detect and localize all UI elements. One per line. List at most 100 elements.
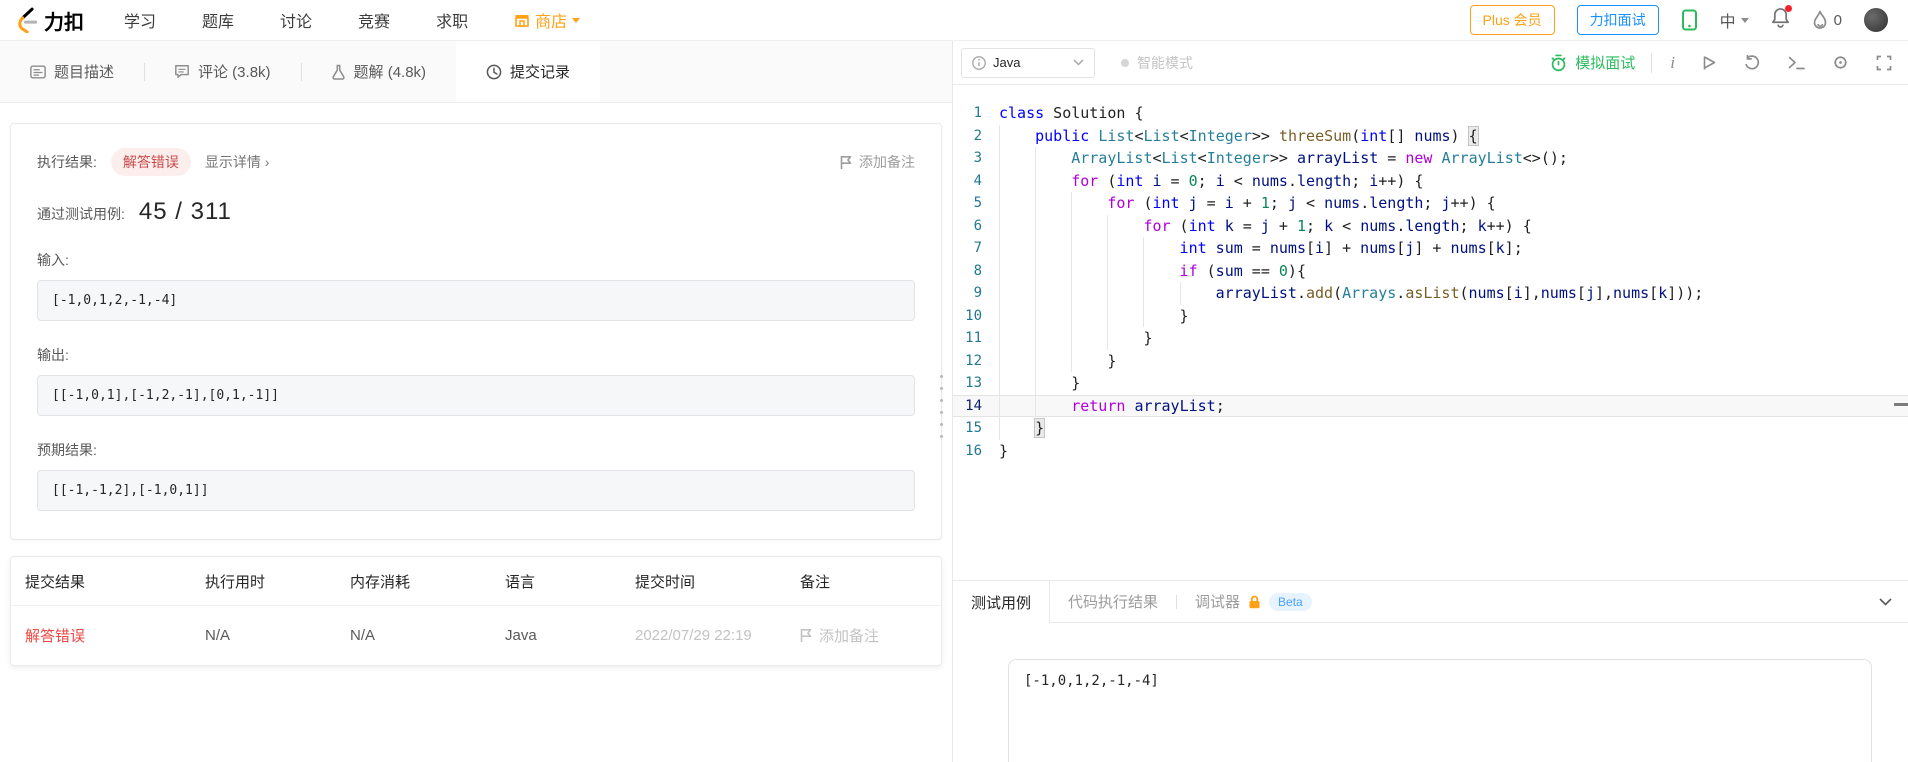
- store-icon: [514, 12, 530, 28]
- code-line[interactable]: 2public List<List<Integer>> threeSum(int…: [953, 125, 1908, 148]
- table-header-cell: 语言: [505, 571, 635, 592]
- document-icon: [30, 65, 46, 79]
- show-details-link[interactable]: 显示详情 ›: [205, 152, 270, 172]
- code-line[interactable]: 14return arrayList;: [953, 395, 1908, 418]
- code-line[interactable]: 8if (sum == 0){: [953, 260, 1908, 283]
- status-badge[interactable]: 解答错误: [111, 148, 191, 176]
- add-note-label: 添加备注: [859, 152, 915, 172]
- nav-items: 学习 题库 讨论 竞赛 求职: [124, 8, 468, 32]
- code-line[interactable]: 9arrayList.add(Arrays.asList(nums[i],num…: [953, 282, 1908, 305]
- code-line-content: for (int k = j + 1; k < nums.length; k++…: [999, 215, 1532, 238]
- code-line-content: }: [999, 372, 1080, 395]
- code-line[interactable]: 4for (int i = 0; i < nums.length; i++) {: [953, 170, 1908, 193]
- code-editor[interactable]: 1class Solution {2public List<List<Integ…: [953, 85, 1908, 580]
- flag-icon: [840, 155, 852, 170]
- nav-item[interactable]: 学习: [124, 8, 156, 32]
- add-note-button[interactable]: 添加备注: [840, 152, 915, 172]
- line-number: 10: [953, 305, 999, 328]
- lock-icon: [1248, 595, 1261, 609]
- top-nav: 力扣 学习 题库 讨论 竞赛 求职 商店 Plus 会员 力扣面试 中: [0, 0, 1908, 41]
- code-line-content: }: [999, 350, 1116, 373]
- code-line[interactable]: 15}: [953, 417, 1908, 440]
- code-line-content: }: [999, 440, 1008, 463]
- code-line[interactable]: 11}: [953, 327, 1908, 350]
- daily-streak[interactable]: 0: [1812, 10, 1842, 30]
- code-line-content: }: [999, 305, 1189, 328]
- mode-dot-icon: [1121, 59, 1129, 67]
- submission-status[interactable]: 解答错误: [25, 625, 205, 646]
- code-line[interactable]: 13}: [953, 372, 1908, 395]
- plus-member-button[interactable]: Plus 会员: [1470, 5, 1555, 35]
- user-avatar[interactable]: [1864, 8, 1888, 32]
- fullscreen-button[interactable]: [1876, 55, 1892, 71]
- input-value-box[interactable]: [-1,0,1,2,-1,-4]: [37, 280, 915, 321]
- row-add-note-button[interactable]: 添加备注: [800, 625, 927, 646]
- toolbar-divider: [1651, 53, 1652, 73]
- code-line[interactable]: 5for (int j = i + 1; j < nums.length; j+…: [953, 192, 1908, 215]
- output-label: 输出:: [37, 345, 915, 365]
- code-line[interactable]: 12}: [953, 350, 1908, 373]
- code-line-content: public List<List<Integer>> threeSum(int[…: [999, 125, 1478, 148]
- clock-icon: [486, 64, 502, 80]
- chevron-down-icon: [1073, 59, 1084, 66]
- pane-resize-handle[interactable]: [937, 375, 945, 438]
- selected-language: Java: [993, 55, 1020, 70]
- line-number: 1: [953, 102, 999, 125]
- output-value-box[interactable]: [[-1,0,1],[-1,2,-1],[0,1,-1]]: [37, 375, 915, 416]
- code-line-content: ArrayList<List<Integer>> arrayList = new…: [999, 147, 1568, 170]
- editor-toolbar: Java 智能模式 模拟面试 i: [953, 41, 1908, 85]
- notifications-button[interactable]: [1771, 7, 1790, 33]
- info-button[interactable]: i: [1670, 53, 1675, 73]
- problem-tabbar: 题目描述 评论 (3.8k) 题解 (4.8k)提交记录: [0, 41, 952, 103]
- console-tab-debugger[interactable]: 调试器Beta: [1177, 581, 1330, 622]
- code-line-content: arrayList.add(Arrays.asList(nums[i],nums…: [999, 282, 1703, 305]
- line-number: 4: [953, 170, 999, 193]
- settings-gear-button[interactable]: [1832, 54, 1849, 71]
- smart-mode-indicator: 智能模式: [1121, 53, 1193, 73]
- leetcode-interview-button[interactable]: 力扣面试: [1577, 5, 1659, 35]
- nav-item[interactable]: 竞赛: [358, 8, 390, 32]
- console-tab-label: 测试用例: [971, 592, 1031, 613]
- tab-label: 评论 (3.8k): [198, 61, 271, 82]
- code-line[interactable]: 3ArrayList<List<Integer>> arrayList = ne…: [953, 147, 1908, 170]
- mock-interview-button[interactable]: 模拟面试: [1550, 52, 1635, 73]
- expected-value-box[interactable]: [[-1,-1,2],[-1,0,1]]: [37, 470, 915, 511]
- code-line[interactable]: 10}: [953, 305, 1908, 328]
- code-line[interactable]: 1class Solution {: [953, 102, 1908, 125]
- code-line[interactable]: 16}: [953, 440, 1908, 463]
- submission-time: 2022/07/29 22:19: [635, 627, 800, 644]
- code-line-content: for (int i = 0; i < nums.length; i++) {: [999, 170, 1423, 193]
- submit-flag-button[interactable]: [1702, 55, 1717, 71]
- streak-count: 0: [1834, 12, 1842, 29]
- tab-clock[interactable]: 提交记录: [456, 41, 600, 102]
- language-switcher[interactable]: 中: [1720, 8, 1749, 32]
- reset-code-button[interactable]: [1744, 55, 1761, 71]
- code-line-content: int sum = nums[i] + nums[j] + nums[k];: [999, 237, 1523, 260]
- table-header-cell: 执行用时: [205, 571, 350, 592]
- console-shortcut-button[interactable]: [1788, 56, 1805, 70]
- nav-item[interactable]: 讨论: [280, 8, 312, 32]
- console-tab-testcase[interactable]: 测试用例: [953, 581, 1050, 623]
- console-tab-label: 调试器: [1195, 591, 1240, 612]
- tab-document[interactable]: 题目描述: [0, 41, 144, 102]
- mobile-app-icon[interactable]: [1681, 9, 1698, 31]
- language-select[interactable]: Java: [961, 48, 1095, 78]
- submission-row[interactable]: 解答错误N/AN/AJava2022/07/29 22:19添加备注: [11, 605, 941, 665]
- line-number: 11: [953, 327, 999, 350]
- leetcode-logo[interactable]: 力扣: [16, 6, 84, 35]
- flame-icon: [1812, 10, 1828, 30]
- console-body: [-1,0,1,2,-1,-4]: [953, 623, 1908, 762]
- code-line[interactable]: 7int sum = nums[i] + nums[j] + nums[k];: [953, 237, 1908, 260]
- console-tabbar: 测试用例代码执行结果调试器Beta: [953, 581, 1908, 623]
- tab-label: 题目描述: [54, 61, 114, 82]
- code-line[interactable]: 6for (int k = j + 1; k < nums.length; k+…: [953, 215, 1908, 238]
- console-collapse-button[interactable]: [1879, 581, 1892, 622]
- tab-comment[interactable]: 评论 (3.8k): [144, 41, 301, 102]
- nav-item[interactable]: 题库: [202, 8, 234, 32]
- tab-flask[interactable]: 题解 (4.8k): [301, 41, 457, 102]
- testcase-input[interactable]: [-1,0,1,2,-1,-4]: [1008, 659, 1872, 762]
- language-label: 中: [1720, 8, 1736, 32]
- nav-item-store[interactable]: 商店: [514, 8, 580, 32]
- console-tab-run-result[interactable]: 代码执行结果: [1050, 581, 1176, 622]
- nav-item[interactable]: 求职: [436, 8, 468, 32]
